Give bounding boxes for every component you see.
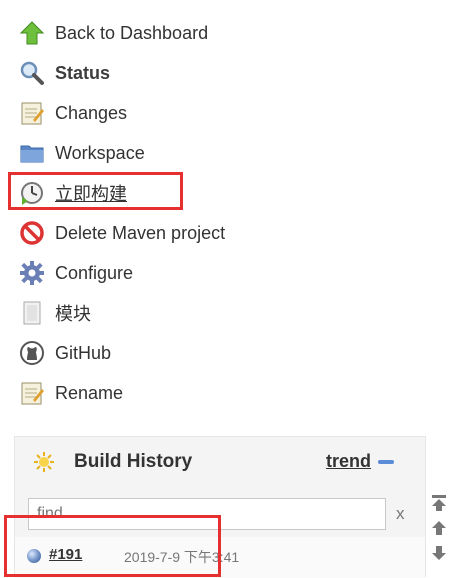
notepad-icon bbox=[18, 379, 46, 407]
task-build-now[interactable]: 立即构建 bbox=[18, 173, 127, 213]
page-first-icon[interactable] bbox=[428, 492, 450, 514]
task-label: Workspace bbox=[55, 142, 145, 163]
collapse-button[interactable] bbox=[378, 460, 394, 464]
build-history-title: Build History bbox=[74, 451, 193, 472]
folder-icon bbox=[18, 139, 46, 167]
task-label: 模块 bbox=[55, 304, 91, 324]
build-number-link[interactable]: #191 bbox=[49, 546, 82, 563]
task-label: Delete Maven project bbox=[55, 222, 226, 243]
page-down-icon[interactable] bbox=[428, 542, 450, 564]
build-history-header: Build History trend bbox=[15, 437, 425, 487]
build-history-panel: Build History trend x #191 2019-7-9 下午3:… bbox=[14, 436, 426, 578]
task-label: Changes bbox=[55, 102, 128, 123]
task-label: Back to Dashboard bbox=[55, 22, 209, 43]
notepad-icon bbox=[18, 99, 46, 127]
clear-search-button[interactable]: x bbox=[396, 504, 405, 524]
build-row[interactable]: #191 2019-7-9 下午3:41 bbox=[15, 537, 425, 578]
trend-link[interactable]: trend bbox=[326, 451, 371, 472]
task-delete-project[interactable]: Delete Maven project bbox=[18, 213, 225, 253]
sun-icon bbox=[33, 451, 55, 478]
task-label: Configure bbox=[55, 262, 134, 283]
magnifier-icon bbox=[18, 59, 46, 87]
document-icon bbox=[18, 299, 46, 327]
no-entry-icon bbox=[18, 219, 46, 247]
task-modules[interactable]: 模块 bbox=[18, 293, 91, 333]
task-status[interactable]: Status bbox=[18, 53, 110, 93]
gear-icon bbox=[18, 259, 46, 287]
page-up-icon[interactable] bbox=[428, 517, 450, 539]
build-date: 2019-7-9 下午3:41 bbox=[124, 549, 240, 565]
task-github[interactable]: GitHub bbox=[18, 333, 111, 373]
build-status-ball-icon bbox=[27, 549, 41, 563]
task-label: Rename bbox=[55, 382, 124, 403]
task-back-to-dashboard[interactable]: Back to Dashboard bbox=[18, 13, 208, 53]
task-label: 立即构建 bbox=[55, 184, 127, 204]
task-rename[interactable]: Rename bbox=[18, 373, 123, 413]
history-pager bbox=[428, 492, 450, 567]
task-workspace[interactable]: Workspace bbox=[18, 133, 145, 173]
task-label: Status bbox=[55, 62, 111, 83]
clock-build-icon bbox=[18, 179, 46, 207]
build-search-input[interactable] bbox=[28, 498, 386, 530]
up-arrow-icon bbox=[18, 19, 46, 47]
task-configure[interactable]: Configure bbox=[18, 253, 133, 293]
github-icon bbox=[18, 339, 46, 367]
task-changes[interactable]: Changes bbox=[18, 93, 127, 133]
task-label: GitHub bbox=[55, 342, 112, 363]
